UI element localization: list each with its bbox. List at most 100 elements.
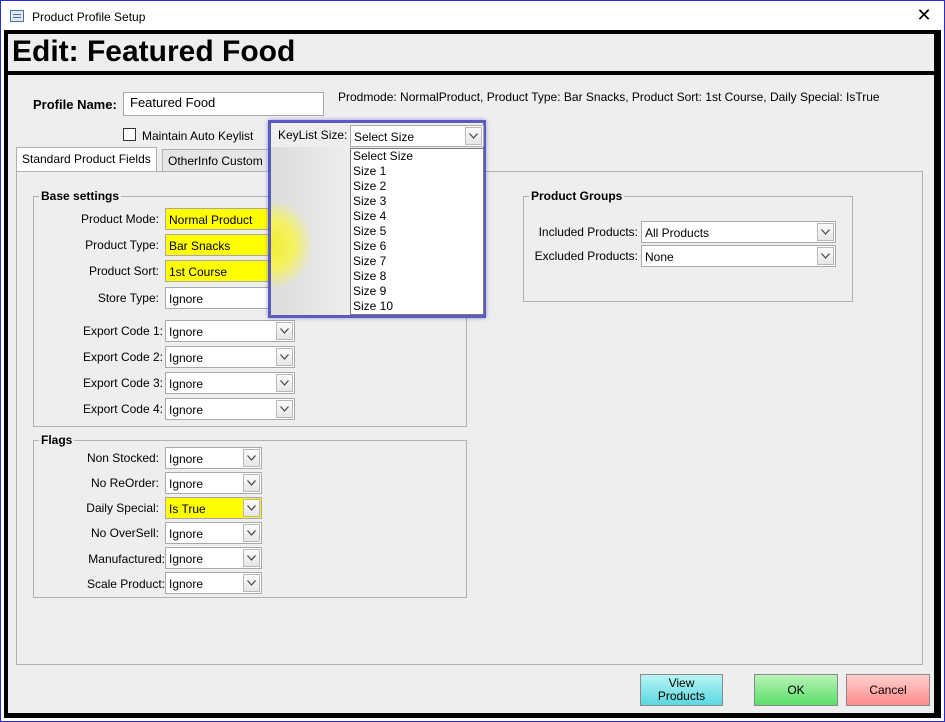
cancel-button[interactable]: Cancel <box>846 674 930 706</box>
title-bar: Product Profile Setup ✕ <box>2 2 943 31</box>
maintain-keylist-checkbox[interactable] <box>123 128 136 141</box>
export-code-1-select[interactable]: Ignore <box>165 320 295 342</box>
blurred-highlight <box>271 202 311 287</box>
chevron-down-icon[interactable] <box>817 223 834 241</box>
chevron-down-icon[interactable] <box>243 449 260 467</box>
export-code-1-value: Ignore <box>169 325 204 339</box>
keylist-size-label: KeyList Size: <box>278 128 348 142</box>
non-stocked-value: Ignore <box>169 452 204 466</box>
included-products-select[interactable]: All Products <box>641 221 836 243</box>
excluded-products-label: Excluded Products: <box>534 249 638 263</box>
dropdown-option[interactable]: Size 3 <box>351 194 483 209</box>
keylist-size-value: Select Size <box>354 130 415 144</box>
dropdown-option[interactable]: Size 7 <box>351 254 483 269</box>
chevron-down-icon[interactable] <box>465 127 482 145</box>
chevron-down-icon[interactable] <box>276 348 293 366</box>
store-type-value: Ignore <box>169 292 204 306</box>
view-products-line1: View <box>668 676 695 690</box>
daily-special-select[interactable]: Is True <box>165 497 262 519</box>
excluded-products-value: None <box>645 250 674 264</box>
dropdown-option[interactable]: Size 6 <box>351 239 483 254</box>
dropdown-option[interactable]: Size 8 <box>351 269 483 284</box>
dropdown-option[interactable]: Size 5 <box>351 224 483 239</box>
product-mode-field[interactable]: Normal Product <box>165 208 273 230</box>
profile-name-input[interactable]: Featured Food <box>123 92 324 116</box>
chevron-down-icon[interactable] <box>243 524 260 542</box>
manufactured-value: Ignore <box>169 552 204 566</box>
window-title: Product Profile Setup <box>32 10 146 24</box>
view-products-label: View Products <box>658 677 705 703</box>
profile-summary: Prodmode: NormalProduct, Product Type: B… <box>338 90 880 104</box>
keylist-size-select[interactable]: Select Size <box>350 125 484 147</box>
product-type-field[interactable]: Bar Snacks <box>165 234 273 256</box>
no-reorder-select[interactable]: Ignore <box>165 472 262 494</box>
ok-button[interactable]: OK <box>754 674 838 706</box>
product-type-value: Bar Snacks <box>169 239 231 253</box>
export-code-1-label: Export Code 1: <box>82 324 163 338</box>
scale-product-label: Scale Product: <box>86 577 165 591</box>
daily-special-label: Daily Special: <box>86 501 159 515</box>
product-mode-value: Normal Product <box>169 213 253 227</box>
non-stocked-select[interactable]: Ignore <box>165 447 262 469</box>
base-settings-title: Base settings <box>39 189 122 203</box>
excluded-products-select[interactable]: None <box>641 245 836 267</box>
manufactured-label: Manufactured: <box>88 552 165 566</box>
dropdown-option[interactable]: Select Size <box>351 149 483 164</box>
maintain-keylist-label: Maintain Auto Keylist <box>142 129 254 143</box>
included-products-label: Included Products: <box>538 225 638 239</box>
manufactured-select[interactable]: Ignore <box>165 547 262 569</box>
product-sort-label: Product Sort: <box>88 264 159 278</box>
no-reorder-label: No ReOrder: <box>90 476 159 490</box>
view-products-line2: Products <box>657 689 706 703</box>
non-stocked-label: Non Stocked: <box>86 451 159 465</box>
export-code-4-value: Ignore <box>169 403 204 417</box>
no-oversell-label: No OverSell: <box>90 526 159 540</box>
view-products-button[interactable]: View Products <box>640 674 723 706</box>
tab-otherinfo-custom[interactable]: OtherInfo Custom <box>162 149 269 171</box>
chevron-down-icon[interactable] <box>276 322 293 340</box>
flags-title: Flags <box>39 433 75 447</box>
export-code-3-select[interactable]: Ignore <box>165 372 295 394</box>
product-mode-label: Product Mode: <box>80 212 159 226</box>
no-oversell-value: Ignore <box>169 527 204 541</box>
profile-name-label: Profile Name: <box>33 97 117 112</box>
dropdown-option[interactable]: Size 4 <box>351 209 483 224</box>
no-oversell-select[interactable]: Ignore <box>165 522 262 544</box>
dropdown-option[interactable]: Size 2 <box>351 179 483 194</box>
product-groups-title: Product Groups <box>529 189 625 203</box>
included-products-value: All Products <box>645 226 710 240</box>
chevron-down-icon[interactable] <box>276 374 293 392</box>
no-reorder-value: Ignore <box>169 477 204 491</box>
product-type-label: Product Type: <box>85 238 159 252</box>
export-code-2-select[interactable]: Ignore <box>165 346 295 368</box>
dropdown-option[interactable]: Size 10 <box>351 299 483 314</box>
tab-standard-product-fields[interactable]: Standard Product Fields <box>16 147 157 171</box>
chevron-down-icon[interactable] <box>243 474 260 492</box>
close-icon[interactable]: ✕ <box>913 5 935 26</box>
chevron-down-icon[interactable] <box>276 400 293 418</box>
scale-product-select[interactable]: Ignore <box>165 572 262 594</box>
store-type-field[interactable]: Ignore <box>165 287 273 309</box>
keylist-popup: KeyList Size: Select Size Select Size Si… <box>268 120 486 318</box>
chevron-down-icon[interactable] <box>243 549 260 567</box>
product-sort-field[interactable]: 1st Course <box>165 260 273 282</box>
page-title: Edit: Featured Food <box>12 35 296 68</box>
export-code-2-label: Export Code 2: <box>82 350 163 364</box>
keylist-size-dropdown-list[interactable]: Select Size Size 1 Size 2 Size 3 Size 4 … <box>350 148 484 315</box>
page-header: Edit: Featured Food <box>8 34 934 71</box>
store-type-label: Store Type: <box>97 291 159 305</box>
chevron-down-icon[interactable] <box>243 574 260 592</box>
product-sort-value: 1st Course <box>169 265 228 279</box>
chevron-down-icon[interactable] <box>243 499 260 517</box>
export-code-3-label: Export Code 3: <box>82 376 163 390</box>
export-code-4-label: Export Code 4: <box>82 402 163 416</box>
export-code-4-select[interactable]: Ignore <box>165 398 295 420</box>
dropdown-option[interactable]: Size 9 <box>351 284 483 299</box>
dropdown-option[interactable]: Size 1 <box>351 164 483 179</box>
scale-product-value: Ignore <box>169 577 204 591</box>
chevron-down-icon[interactable] <box>817 247 834 265</box>
app-icon <box>10 10 24 22</box>
export-code-2-value: Ignore <box>169 351 204 365</box>
daily-special-value: Is True <box>169 502 206 516</box>
export-code-3-value: Ignore <box>169 377 204 391</box>
